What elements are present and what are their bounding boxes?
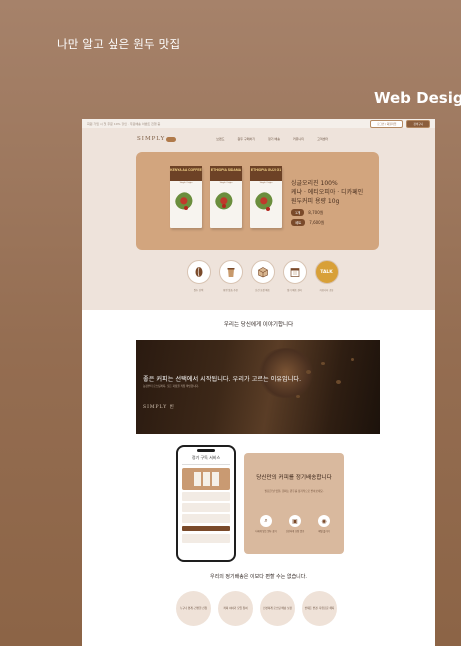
calendar-icon (282, 260, 307, 284)
price-label: 1개 (291, 209, 305, 216)
coffee-bean-icon: ◉ (318, 515, 330, 527)
price-row-single: 1개 8,700원 (291, 209, 363, 216)
bean-particle (321, 362, 325, 365)
benefit-item: 누구나 쉽게, 간편한 신청 (176, 591, 211, 626)
page-heading: 나만 알고 싶은 원두 맛집 (57, 37, 181, 51)
bag-label: ETHIOPIA GUJI G1 (250, 166, 282, 181)
story-subtext: 농장부터 로스팅까지, 모든 과정을 직접 확인합니다. (143, 385, 199, 388)
feature-item[interactable]: 취향 맞춤 추천 (218, 260, 243, 292)
subscription-title: 당신만의 커피를 정기배송합니다 (256, 475, 332, 481)
phone-notch (197, 449, 215, 452)
step-label: 나에게 맞는 원두 찾기 (255, 530, 277, 533)
phone-title: 정기 구독 서비스 (191, 455, 221, 460)
bag-label: KENYA AA COFFEE (170, 166, 202, 181)
nav-item-support[interactable]: 고객센터 (317, 137, 328, 141)
cherry-icon (266, 207, 270, 211)
bean-particle (336, 380, 341, 384)
logo-text: SIMPLY (137, 136, 166, 142)
subscription-step[interactable]: ◉ 매일 즐기기 (312, 515, 336, 533)
banner-copy: 싱글오리진 100% 케냐 · 에티오피아 · 디카페인 원두커피 용량 10g… (291, 179, 363, 226)
nav-item-shop[interactable]: 원두 구매하기 (238, 137, 256, 141)
bag-label: ETHIOPIA SIDAMA (210, 166, 242, 181)
subscription-card: 당신만의 커피를 정기배송합니다 필요한 날 맞춰, 원하는 원두를 정기적으로… (244, 453, 344, 554)
login-button[interactable]: 로그인 / 회원가입 (370, 119, 404, 128)
nav-item-brand[interactable]: 브랜드 (216, 137, 224, 141)
nav-item-community[interactable]: 커뮤니티 (293, 137, 304, 141)
feature-item[interactable]: 원두 선택 (186, 260, 211, 292)
feature-label: 취향 맞춤 추천 (223, 289, 238, 292)
feature-item[interactable]: 정기 배송 관리 (282, 260, 307, 292)
story-banner-photo[interactable]: 좋은 커피는 선택에서 시작됩니다. 우리가 고르는 이유입니다. 농장부터 로… (136, 340, 380, 434)
divider (182, 464, 230, 465)
benefit-item: 언제든 변경, 자유로운 해지 (302, 591, 337, 626)
feature-icons: 원두 선택 취향 맞춤 추천 신선 포장 배송 정기 배송 관리 TALK 커뮤… (186, 260, 339, 292)
phone-product-image (182, 467, 230, 490)
bag-sub: Single Origin (259, 182, 273, 184)
box-icon: ▣ (289, 515, 301, 527)
subscription-desc: 필요한 날 맞춰, 원하는 원두를 정기적으로 받아보세요. (264, 490, 324, 493)
price-value: 7,600원 (309, 219, 325, 225)
coffee-plant-icon (215, 192, 237, 214)
product-bag-ethiopia-guji[interactable]: ETHIOPIA GUJI G1 Single Origin (250, 166, 282, 228)
brand-logo[interactable]: SIMPLY (137, 136, 177, 142)
web-design-tag: Web Design (374, 89, 461, 107)
phone-option[interactable] (182, 533, 230, 543)
coffee-bean-icon (186, 260, 211, 284)
product-bag-kenya[interactable]: KENYA AA COFFEE Single Origin (170, 166, 202, 228)
cup-icon (218, 260, 243, 284)
nav-menu: 브랜드 원두 구매하기 정기 배송 커뮤니티 고객센터 (216, 137, 328, 141)
feature-label: 커뮤니티 공유 (319, 289, 334, 292)
story-headline: 좋은 커피는 선택에서 시작됩니다. 우리가 고르는 이유입니다. (143, 376, 302, 383)
product-bag-ethiopia-sidama[interactable]: ETHIOPIA SIDAMA Single Origin (210, 166, 242, 228)
phone-option[interactable] (182, 502, 230, 512)
nav-item-subscription[interactable]: 정기 배송 (268, 137, 280, 141)
banner-line-2: 케냐 · 에티오피아 · 디카페인 (291, 189, 364, 196)
website-mockup: 회원 가입 시 첫 주문 10% 할인 · 무료배송 이벤트 진행 중 로그인 … (82, 119, 435, 646)
price-label: 세트 (291, 219, 306, 226)
benefit-item: 커피 이야기 모임 참여 (218, 591, 253, 626)
benefit-item: 신선하게 로스팅 배송 보장 (260, 591, 295, 626)
nav-bar: SIMPLY 브랜드 원두 구매하기 정기 배송 커뮤니티 고객센터 (137, 133, 377, 145)
talk-icon: TALK (314, 260, 339, 284)
phone-option[interactable] (182, 513, 230, 523)
bean-particle (296, 395, 300, 398)
price-value: 8,700원 (308, 209, 324, 215)
benefits-title: 우리의 정기배송은 이보다 편할 수는 없습니다. (210, 574, 307, 580)
coffee-plant-icon (175, 192, 197, 214)
cherry-icon (222, 204, 226, 208)
feature-item[interactable]: TALK 커뮤니티 공유 (314, 260, 339, 292)
subscription-step[interactable]: ⌕ 나에게 맞는 원두 찾기 (254, 515, 278, 533)
step-label: 매일 즐기기 (318, 530, 330, 533)
search-icon: ⌕ (260, 515, 272, 527)
subscription-step[interactable]: ▣ 신선하게 포장 발송 (283, 515, 307, 533)
phone-option[interactable] (182, 491, 230, 501)
top-notice: 회원 가입 시 첫 주문 10% 할인 · 무료배송 이벤트 진행 중 (87, 121, 161, 126)
benefit-circles: 누구나 쉽게, 간편한 신청 커피 이야기 모임 참여 신선하게 로스팅 배송 … (176, 591, 337, 626)
feature-label: 신선 포장 배송 (255, 289, 270, 292)
cherry-icon (184, 206, 188, 210)
bag-sub: Single Origin (179, 182, 193, 184)
feature-item[interactable]: 신선 포장 배송 (250, 260, 275, 292)
feature-label: 원두 선택 (193, 289, 204, 292)
banner-line-3: 원두커피 용량 10g (291, 198, 340, 205)
phone-mockup: 정기 구독 서비스 (176, 445, 236, 562)
bag-sub: Single Origin (219, 182, 233, 184)
banner-line-1: 싱글오리진 100% (291, 180, 338, 187)
feature-label: 정기 배송 관리 (287, 289, 302, 292)
price-row-set: 세트 7,600원 (291, 219, 363, 226)
story-logo: SIMPLY 빈 (143, 405, 175, 410)
step-label: 신선하게 포장 발송 (285, 530, 305, 533)
story-section-title: 우리는 당신에게 이야기합니다 (223, 322, 294, 328)
box-icon (250, 260, 275, 284)
bean-particle (351, 358, 354, 361)
phone-subscribe-button[interactable] (182, 525, 230, 531)
bean-particle (306, 370, 311, 374)
logo-mark-icon (166, 136, 177, 142)
hero-area: SIMPLY 브랜드 원두 구매하기 정기 배송 커뮤니티 고객센터 KENYA… (82, 128, 435, 310)
cart-button[interactable]: 장바구니 (406, 119, 430, 128)
top-strip: 회원 가입 시 첫 주문 10% 할인 · 무료배송 이벤트 진행 중 로그인 … (82, 119, 435, 128)
main-banner[interactable]: KENYA AA COFFEE Single Origin ETHIOPIA S… (136, 152, 379, 250)
subscription-steps: ⌕ 나에게 맞는 원두 찾기 ▣ 신선하게 포장 발송 ◉ 매일 즐기기 (254, 515, 336, 533)
